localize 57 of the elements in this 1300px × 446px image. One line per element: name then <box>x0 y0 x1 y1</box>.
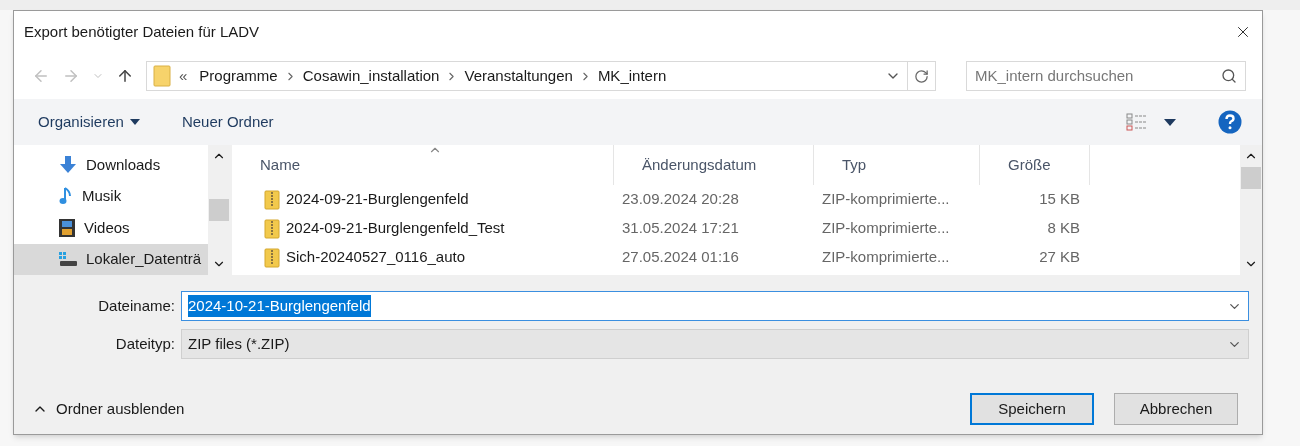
music-note-icon <box>58 186 74 207</box>
scrollbar[interactable] <box>208 145 230 275</box>
sidebar-item[interactable]: Videos <box>14 212 208 244</box>
file-size: 27 KB <box>1038 247 1080 268</box>
breadcrumb-item[interactable]: Cosawin_installation <box>302 64 440 88</box>
file-date: 31.05.2024 17:21 <box>621 218 740 239</box>
zip-folder-icon <box>264 247 280 268</box>
caret-icon[interactable] <box>1164 118 1176 126</box>
sidebar-item[interactable]: Musik <box>14 180 208 212</box>
file-size: 15 KB <box>1038 189 1080 210</box>
file-name: Sich-20240527_0116_auto <box>286 247 466 268</box>
drive-icon <box>58 251 78 268</box>
scroll-thumb[interactable] <box>209 199 229 221</box>
column-header[interactable]: Name <box>232 145 614 185</box>
new-folder-button[interactable]: Neuer Ordner <box>181 110 274 134</box>
file-row[interactable]: 2024-09-21-Burglengenfeld 23.09.2024 20:28 ZIP-komprimierte... 15 KB <box>232 185 1240 214</box>
file-type: ZIP-komprimierte... <box>821 218 951 239</box>
search-icon <box>1221 68 1237 84</box>
folder-icon <box>153 65 171 87</box>
breadcrumb-item[interactable]: Programme <box>199 64 278 88</box>
field-label: Dateityp: <box>114 333 176 354</box>
film-icon <box>58 217 76 238</box>
field-label: Dateiname: <box>97 295 176 316</box>
scroll-thumb[interactable] <box>1241 167 1261 189</box>
column-header[interactable]: Größe <box>980 145 1090 185</box>
breadcrumb-item[interactable]: MK_intern <box>597 64 667 88</box>
help-icon[interactable] <box>1218 110 1242 134</box>
column-header[interactable]: Änderungsdatum <box>614 145 814 185</box>
scrollbar[interactable] <box>1240 145 1262 275</box>
path-overflow[interactable]: « <box>179 64 188 88</box>
address-bar[interactable]: « Programme Cosawin_installation Veranstaltungen MK_intern <box>146 61 936 91</box>
file-size: 8 KB <box>1046 218 1080 239</box>
file-name: 2024-09-21-Burglengenfeld <box>286 189 469 210</box>
file-row[interactable]: 2024-09-21-Burglengenfeld_Test 31.05.2024 17:21 ZIP-komprimierte... 8 KB <box>232 214 1240 243</box>
filename-field[interactable]: 2024-10-21-Burglengenfeld <box>181 291 1249 321</box>
filetype-dropdown[interactable]: ZIP files (*.ZIP) <box>181 329 1249 359</box>
breadcrumb-item[interactable]: Veranstaltungen <box>464 64 573 88</box>
window-title: Export benötigter Dateien für LADV <box>24 21 260 42</box>
sidebar-item[interactable]: Downloads <box>14 149 208 181</box>
download-arrow-icon <box>58 154 78 175</box>
dialog-button[interactable]: Abbrechen <box>1114 393 1238 425</box>
refresh-icon <box>914 68 929 84</box>
dialog-button[interactable]: Speichern <box>970 393 1094 425</box>
search-field[interactable]: MK_intern durchsuchen <box>966 61 1246 91</box>
sidebar-item[interactable]: Lokaler_Datenträ <box>14 243 208 275</box>
organize-button[interactable]: Organisieren <box>38 110 140 134</box>
file-date: 23.09.2024 20:28 <box>621 189 740 210</box>
zip-folder-icon <box>264 189 280 210</box>
file-date: 27.05.2024 01:16 <box>621 247 740 268</box>
hide-folders-button[interactable]: Ordner ausblenden <box>32 397 185 421</box>
file-row[interactable]: Sich-20240527_0116_auto 27.05.2024 01:16 ZIP-komprimierte... 27 KB <box>232 243 1240 272</box>
file-type: ZIP-komprimierte... <box>821 247 951 268</box>
caret-icon <box>129 119 140 125</box>
column-header[interactable]: Typ <box>814 145 980 185</box>
file-type: ZIP-komprimierte... <box>821 189 951 210</box>
file-name: 2024-09-21-Burglengenfeld_Test <box>286 218 505 239</box>
zip-folder-icon <box>264 218 280 239</box>
